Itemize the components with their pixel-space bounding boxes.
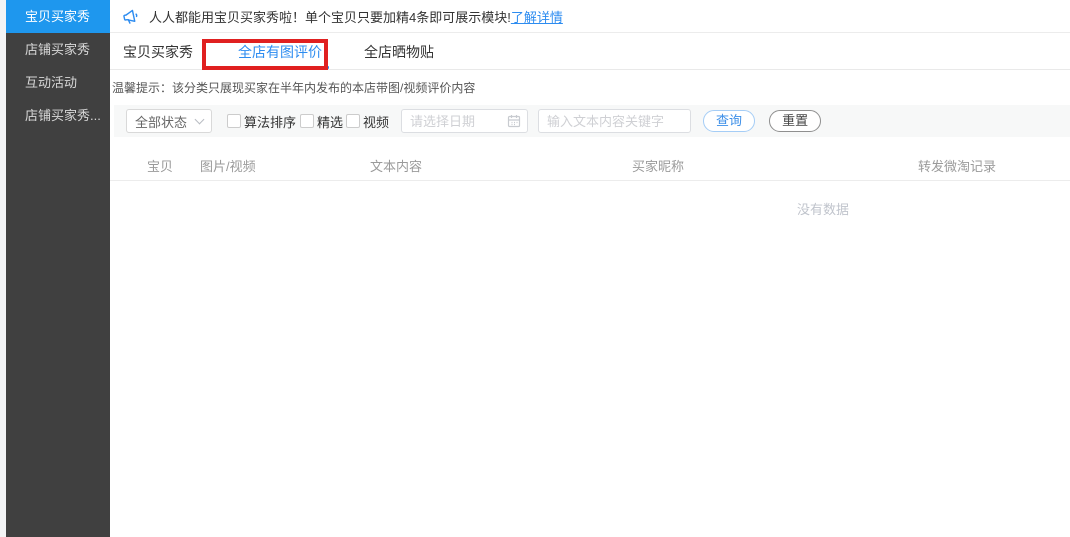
featured-label: 精选 xyxy=(317,112,343,131)
video-checkbox[interactable] xyxy=(346,114,360,128)
tab-bar: 宝贝买家秀 全店有图评价 全店晒物贴 xyxy=(110,33,1070,70)
query-button[interactable]: 查询 xyxy=(703,110,755,132)
sidebar-item-interactive-activity[interactable]: 互动活动 xyxy=(6,66,110,99)
notice-text: 温馨提示：该分类只展现买家在半年内发布的本店带图/视频评价内容 xyxy=(112,81,1070,95)
status-select-value: 全部状态 xyxy=(135,112,187,131)
status-select[interactable]: 全部状态 xyxy=(126,109,212,133)
checkbox-group-featured[interactable]: 精选 xyxy=(300,112,343,131)
column-header-weitao-forward-record: 转发微淘记录 xyxy=(918,156,996,175)
video-label: 视频 xyxy=(363,112,389,131)
table-empty-state: 没有数据 xyxy=(110,181,1070,231)
date-input[interactable] xyxy=(401,109,528,133)
filter-bar: 全部状态 算法排序 精选 视频 xyxy=(114,105,1070,137)
column-header-buyer-nickname: 买家昵称 xyxy=(632,156,684,175)
keyword-input[interactable] xyxy=(538,109,691,133)
featured-checkbox[interactable] xyxy=(300,114,314,128)
table-header-row: 宝贝 图片/视频 文本内容 买家昵称 转发微淘记录 xyxy=(110,154,1070,181)
sidebar: 宝贝买家秀 店铺买家秀 互动活动 店铺买家秀... xyxy=(6,0,110,537)
learn-more-link[interactable]: 了解详情 xyxy=(511,7,563,26)
no-data-text: 没有数据 xyxy=(797,199,849,218)
column-header-item: 宝贝 xyxy=(147,156,173,175)
sidebar-item-shop-buyer-show[interactable]: 店铺买家秀 xyxy=(6,33,110,66)
chevron-down-icon xyxy=(195,115,205,125)
sidebar-item-shop-buyer-show-more[interactable]: 店铺买家秀... xyxy=(6,99,110,132)
reset-button[interactable]: 重置 xyxy=(769,110,821,132)
tab-shop-photo-reviews[interactable]: 全店有图评价 xyxy=(238,33,322,69)
checkbox-group-video[interactable]: 视频 xyxy=(346,112,389,131)
checkbox-group-algorithm-sort[interactable]: 算法排序 xyxy=(227,112,296,131)
megaphone-icon xyxy=(121,7,140,26)
column-header-image-video: 图片/视频 xyxy=(200,156,256,175)
tab-shop-posts[interactable]: 全店晒物贴 xyxy=(364,33,434,69)
algorithm-sort-label: 算法排序 xyxy=(244,112,296,131)
announcement-banner: 人人都能用宝贝买家秀啦！单个宝贝只要加精4条即可展示模块!了解详情 xyxy=(110,0,1070,33)
sidebar-item-item-buyer-show[interactable]: 宝贝买家秀 xyxy=(6,0,110,33)
algorithm-sort-checkbox[interactable] xyxy=(227,114,241,128)
tab-item-buyer-show[interactable]: 宝贝买家秀 xyxy=(123,33,193,69)
column-header-text-content: 文本内容 xyxy=(370,156,422,175)
date-picker xyxy=(401,109,528,133)
announcement-text: 人人都能用宝贝买家秀啦！单个宝贝只要加精4条即可展示模块! xyxy=(149,7,511,26)
main-content: 人人都能用宝贝买家秀啦！单个宝贝只要加精4条即可展示模块!了解详情 宝贝买家秀 … xyxy=(110,0,1070,537)
